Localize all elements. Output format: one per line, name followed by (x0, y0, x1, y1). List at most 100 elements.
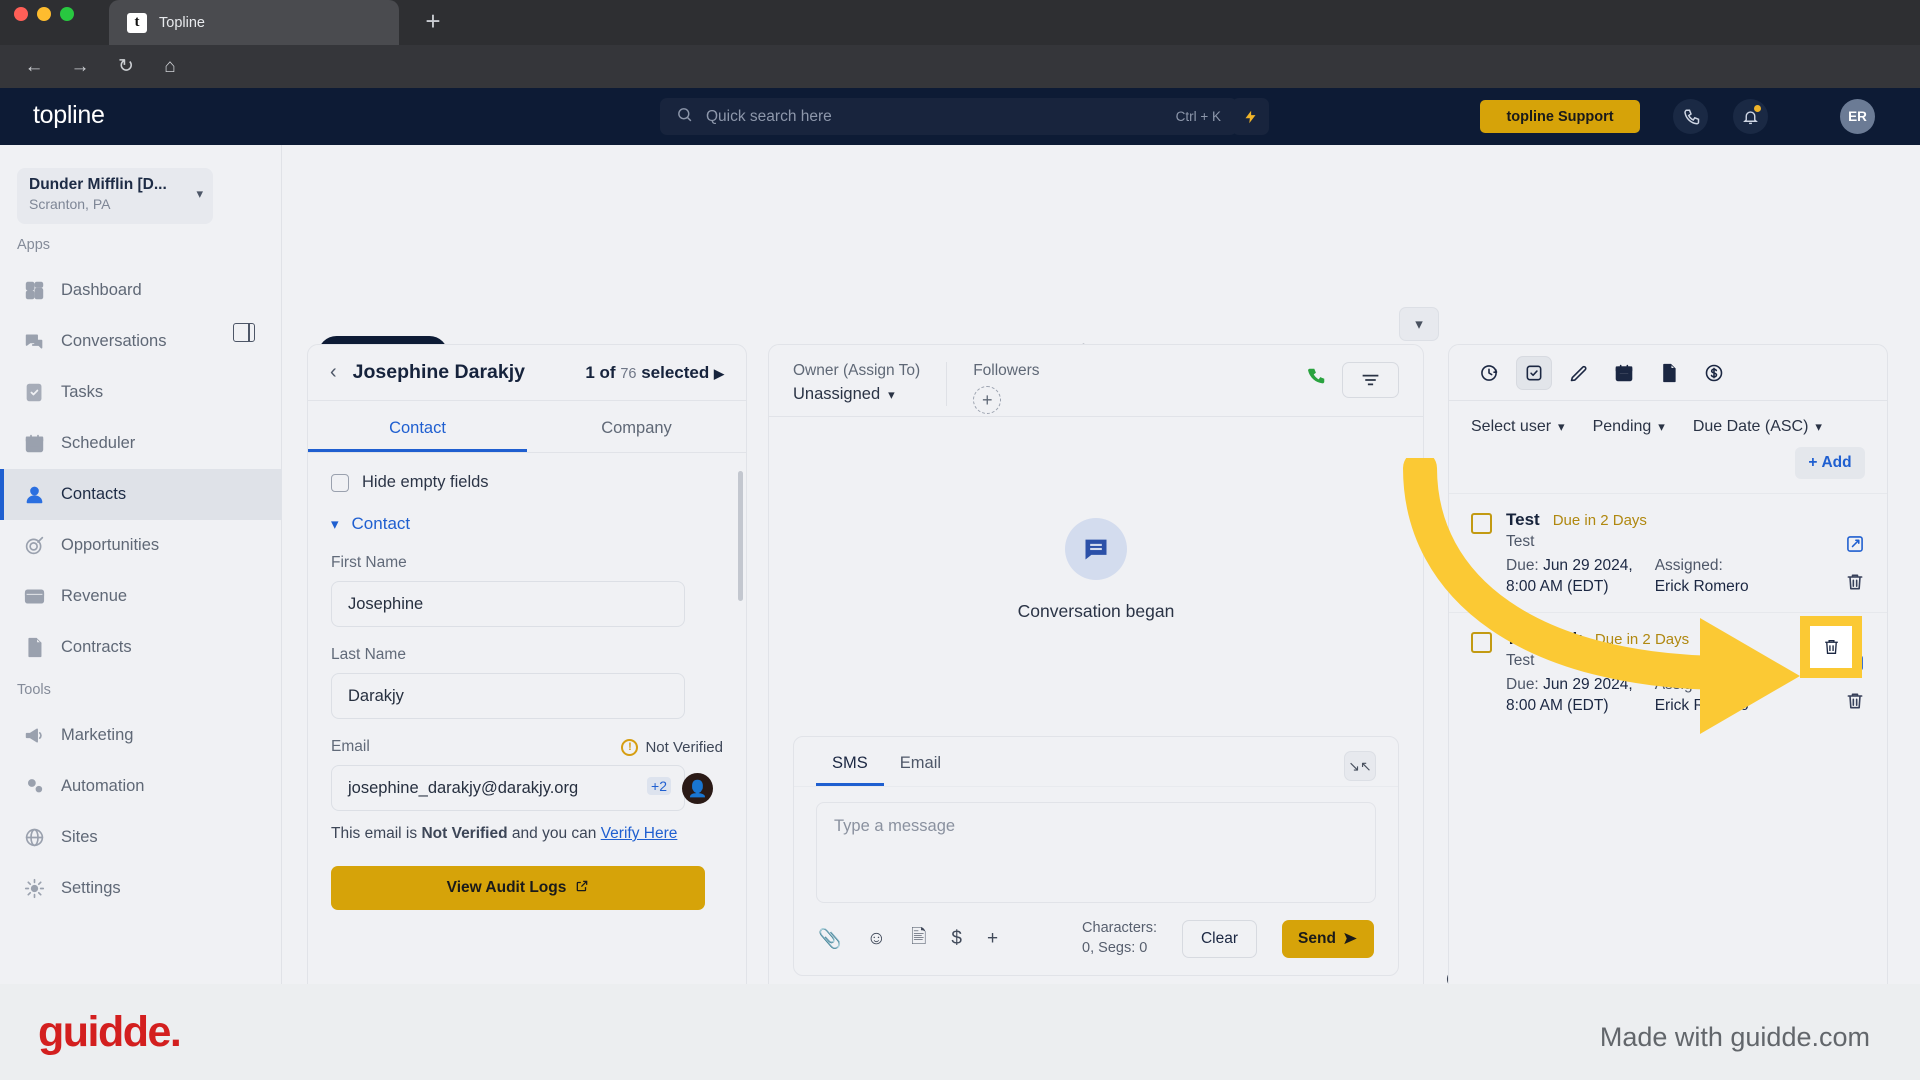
chevron-down-icon: ▾ (1558, 419, 1565, 434)
verify-note-bold: Not Verified (421, 825, 508, 842)
composer-toolbar: 📎 ☺ 🖹 $ + Characters: 0, Segs: 0 Clear S… (794, 903, 1398, 975)
message-composer: SMS Email ↘↖ Type a message 📎 ☺ 🖹 $ + Cha… (793, 736, 1399, 977)
task-complete-checkbox[interactable] (1471, 513, 1492, 534)
chevron-down-icon: ▾ (888, 386, 895, 402)
task-complete-checkbox[interactable] (1471, 631, 1492, 653)
conversation-header: Owner (Assign To) Unassigned ▾ Followers… (769, 307, 1439, 417)
sidebar-item-sites[interactable]: Sites (0, 812, 282, 863)
hide-empty-fields-checkbox[interactable] (331, 473, 349, 492)
search-shortcut: Ctrl + K (1175, 109, 1221, 124)
attachment-icon[interactable]: 📎 (818, 927, 842, 951)
contact-tab-company[interactable]: Company (527, 401, 746, 452)
pencil-note-icon[interactable] (1561, 356, 1597, 390)
email-not-verified-badge: ! Not Verified (621, 738, 723, 756)
followers-group: Followers + (973, 362, 1040, 414)
collapse-conversation-button[interactable]: ▾ (1399, 307, 1439, 341)
status-filter[interactable]: Pending ▾ (1593, 418, 1665, 436)
checkbox-task-icon[interactable] (1516, 355, 1552, 390)
emoji-icon[interactable]: ☺ (867, 928, 886, 950)
add-task-button[interactable]: + Add (1795, 447, 1865, 479)
sidebar-item-settings[interactable]: Settings (0, 863, 282, 914)
external-link-icon (575, 879, 589, 898)
hide-empty-fields-row[interactable]: Hide empty fields (331, 473, 723, 492)
message-textarea[interactable]: Type a message (816, 802, 1376, 903)
user-avatar[interactable]: ER (1840, 99, 1875, 134)
task-due-meta: Due: Jun 29 2024, 8:00 AM (EDT) (1506, 555, 1633, 598)
email-field[interactable]: josephine_darakjy@darakjy.org (331, 765, 685, 811)
quick-actions-bolt-icon[interactable] (1232, 98, 1269, 135)
support-button[interactable]: topline Support (1480, 100, 1640, 133)
contact-name: Josephine Darakjy (352, 361, 526, 383)
sidebar-item-contracts[interactable]: Contracts (0, 622, 282, 673)
contact-section-header[interactable]: ▾ Contact (331, 514, 723, 534)
plus-icon[interactable]: + (987, 928, 998, 950)
document-icon[interactable] (1651, 356, 1687, 390)
browser-tab-title: Topline (159, 14, 205, 31)
send-button[interactable]: Send (1282, 919, 1374, 958)
sidebar-item-dashboard[interactable]: Dashboard (0, 265, 282, 316)
chat-bubble-icon (1065, 517, 1127, 580)
composer-tabs: SMS Email (794, 737, 1398, 787)
sidebar-item-tasks[interactable]: Tasks (0, 367, 282, 418)
org-name: Dunder Mifflin [D... (29, 176, 167, 193)
contact-panel-scrollbar[interactable] (738, 471, 743, 601)
back-arrow-icon[interactable]: ← (22, 55, 46, 79)
global-search-input[interactable]: Quick search here Ctrl + K (660, 98, 1237, 135)
maximize-window-button[interactable] (60, 7, 74, 21)
notification-dot (1754, 105, 1761, 112)
composer-tab-sms[interactable]: SMS (816, 737, 884, 786)
chevron-down-icon: ▾ (196, 186, 203, 201)
contact-panel-body: Hide empty fields ▾ Contact First Name Jo… (308, 453, 746, 911)
payment-icon[interactable]: $ (951, 928, 962, 950)
contact-mini-avatar[interactable]: 👤 (682, 773, 713, 804)
notifications-bell-icon[interactable] (1733, 99, 1768, 134)
add-follower-button[interactable]: + (973, 386, 1002, 414)
sidebar-item-revenue[interactable]: Revenue (0, 571, 282, 622)
segments-value: 0, Segs: 0 (1082, 939, 1148, 956)
sidebar-item-automation[interactable]: Automation (0, 761, 282, 812)
sidebar-item-marketing[interactable]: Marketing (0, 710, 282, 761)
composer-tab-email[interactable]: Email (884, 737, 957, 786)
sort-filter[interactable]: Due Date (ASC) ▾ (1693, 418, 1822, 436)
window-controls[interactable] (14, 7, 74, 21)
conversation-filter-button[interactable] (1342, 362, 1399, 398)
new-tab-button[interactable]: + (418, 7, 448, 37)
org-switcher[interactable]: Dunder Mifflin [D... Scranton, PA ▾ (17, 168, 213, 224)
contact-tab-contact[interactable]: Contact (308, 401, 527, 452)
sidebar-item-conversations[interactable]: Conversations (0, 316, 282, 367)
call-phone-icon[interactable] (1305, 366, 1328, 394)
contact-detail-panel: ‹ Josephine Darakjy 1 of 76 selected ▶ C… (307, 344, 747, 1034)
calendar-icon[interactable] (1606, 356, 1642, 390)
view-audit-logs-button[interactable]: View Audit Logs (331, 866, 705, 911)
clock-history-icon[interactable] (1471, 356, 1507, 390)
play-right-icon[interactable]: ▶ (714, 366, 724, 381)
composer-collapse-button[interactable]: ↘↖ (1344, 751, 1376, 781)
verify-here-link[interactable]: Verify Here (601, 825, 678, 842)
chevron-left-icon[interactable]: ‹ (330, 361, 337, 384)
task-row[interactable]: Test Due in 2 Days Test Due: Jun 29 2024, 8:… (1449, 493, 1887, 598)
sidebar-item-scheduler[interactable]: Scheduler (0, 418, 282, 469)
task-due-time: 8:00 AM (EDT) (1506, 578, 1609, 596)
task-subtitle: Test (1506, 533, 1535, 550)
dollar-icon[interactable] (1696, 356, 1732, 390)
browser-tab[interactable]: t Topline (109, 0, 399, 45)
delete-icon[interactable] (1845, 572, 1865, 597)
forward-arrow-icon[interactable]: → (68, 55, 92, 79)
minimize-window-button[interactable] (37, 7, 51, 21)
owner-select[interactable]: Unassigned ▾ (793, 385, 920, 404)
phone-icon[interactable] (1673, 99, 1708, 134)
delete-icon[interactable] (1845, 691, 1865, 716)
edit-icon[interactable] (1845, 534, 1865, 559)
sidebar-item-contacts[interactable]: Contacts (0, 469, 282, 520)
field-input[interactable]: Darakjy (331, 673, 685, 719)
sidebar-item-opportunities[interactable]: Opportunities (0, 520, 282, 571)
select-user-filter[interactable]: Select user ▾ (1471, 418, 1565, 436)
field-input[interactable]: Josephine (331, 581, 685, 627)
clear-button[interactable]: Clear (1182, 919, 1257, 958)
home-icon[interactable]: ⌂ (158, 55, 182, 79)
highlighted-delete-button[interactable] (1810, 626, 1852, 668)
template-icon[interactable]: 🖹 (911, 923, 926, 955)
reload-icon[interactable]: ↻ (114, 55, 138, 79)
verify-note-pre: This email is (331, 825, 418, 842)
close-window-button[interactable] (14, 7, 28, 21)
